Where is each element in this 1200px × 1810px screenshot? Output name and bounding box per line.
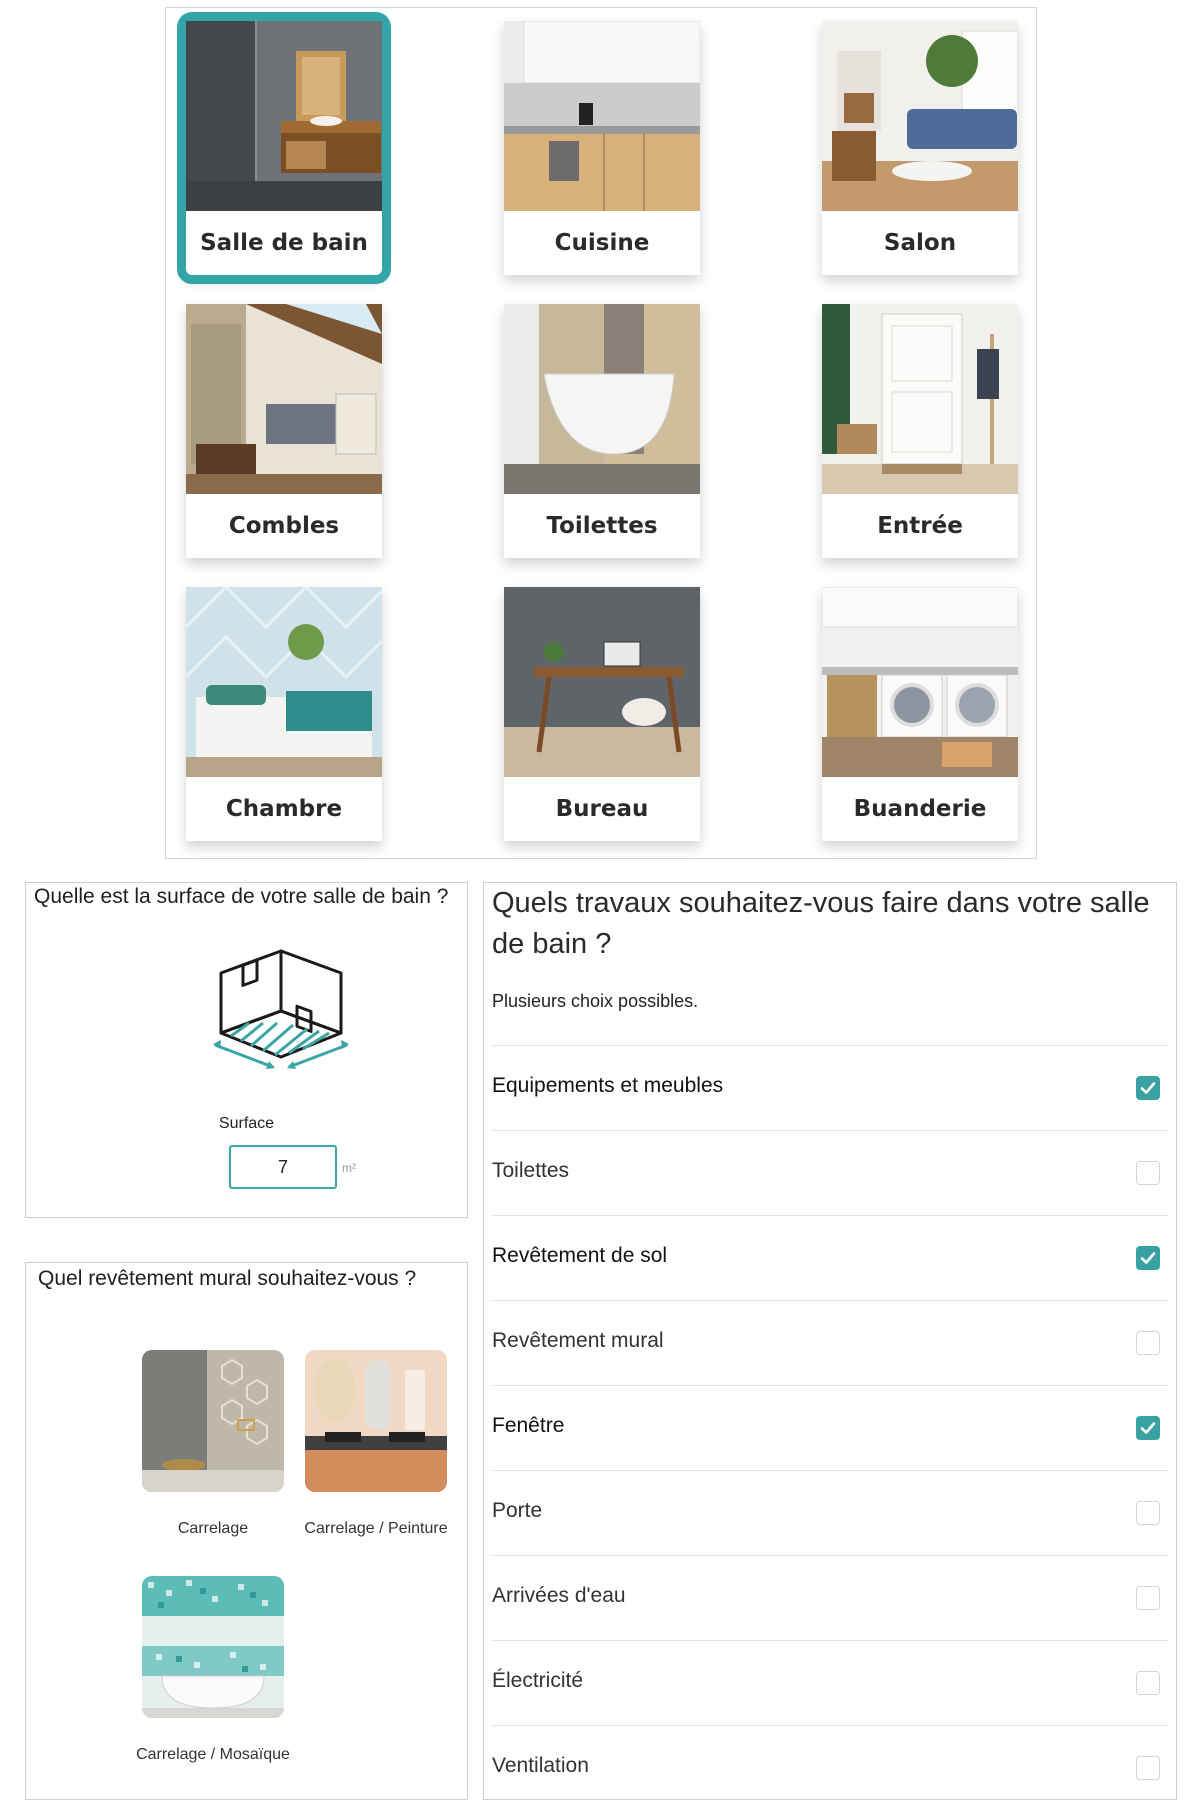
work-item-label: Fenêtre xyxy=(492,1414,565,1437)
work-item-porte[interactable]: Porte xyxy=(492,1470,1168,1555)
room-label: Salon xyxy=(883,230,957,256)
work-item-arrivees-eau[interactable]: Arrivées d'eau xyxy=(492,1555,1168,1640)
toilet-photo xyxy=(504,304,700,494)
wall-question: Quel revêtement mural souhaitez-vous ? xyxy=(38,1267,417,1290)
room-label: Salle de bain xyxy=(200,230,368,256)
work-item-equipements[interactable]: Equipements et meubles xyxy=(492,1045,1168,1130)
room-area-icon xyxy=(213,949,349,1069)
surface-unit: m² xyxy=(342,1161,356,1175)
room-card-buanderie[interactable]: Buanderie xyxy=(822,587,1018,841)
room-card-salon[interactable]: Salon xyxy=(822,21,1018,275)
surface-input[interactable] xyxy=(229,1145,337,1189)
check-icon xyxy=(1140,1082,1156,1094)
work-item-label: Porte xyxy=(492,1499,543,1522)
work-item-label: Revêtement de sol xyxy=(492,1244,668,1267)
room-label: Buanderie xyxy=(853,796,987,822)
work-item-label: Arrivées d'eau xyxy=(492,1584,626,1607)
mosaic-photo xyxy=(142,1576,284,1718)
work-item-electricite[interactable]: Électricité xyxy=(492,1640,1168,1725)
work-item-revetement-sol[interactable]: Revêtement de sol xyxy=(492,1215,1168,1300)
checkbox[interactable] xyxy=(1136,1076,1160,1100)
room-card-combles[interactable]: Combles xyxy=(186,304,382,558)
room-card-bureau[interactable]: Bureau xyxy=(504,587,700,841)
room-card-cuisine[interactable]: Cuisine xyxy=(504,21,700,275)
check-icon xyxy=(1140,1422,1156,1434)
check-icon xyxy=(1140,1252,1156,1264)
room-label: Cuisine xyxy=(554,230,650,256)
checkbox[interactable] xyxy=(1136,1671,1160,1695)
checkbox[interactable] xyxy=(1136,1331,1160,1355)
checkbox[interactable] xyxy=(1136,1246,1160,1270)
room-label: Entrée xyxy=(877,513,963,539)
checkbox[interactable] xyxy=(1136,1161,1160,1185)
works-panel: Quels travaux souhaitez-vous faire dans … xyxy=(483,882,1177,1800)
room-label: Toilettes xyxy=(546,513,658,539)
work-item-revetement-mural[interactable]: Revêtement mural xyxy=(492,1300,1168,1385)
room-card-chambre[interactable]: Chambre xyxy=(186,587,382,841)
room-label: Combles xyxy=(228,513,340,539)
wall-option-carrelage[interactable]: Carrelage xyxy=(131,1350,295,1540)
tile-photo xyxy=(142,1350,284,1492)
checkbox[interactable] xyxy=(1136,1586,1160,1610)
surface-question: Quelle est la surface de votre salle de … xyxy=(34,885,449,908)
work-item-label: Électricité xyxy=(492,1669,584,1692)
wall-option-label: Carrelage xyxy=(177,1520,249,1537)
entrance-photo xyxy=(822,304,1018,494)
room-label: Bureau xyxy=(555,796,649,822)
room-card-entree[interactable]: Entrée xyxy=(822,304,1018,558)
room-card-salle-de-bain[interactable]: Salle de bain xyxy=(177,12,391,284)
wall-option-label: Carrelage / Peinture xyxy=(304,1520,448,1537)
room-type-grid: Salle de bain Cuisine Salon Combles Toil… xyxy=(165,7,1037,859)
wall-option-carrelage-mosaique[interactable]: Carrelage / Mosaïque xyxy=(131,1576,295,1766)
works-hint: Plusieurs choix possibles. xyxy=(492,991,699,1011)
work-item-label: Ventilation xyxy=(492,1754,589,1777)
attic-photo xyxy=(186,304,382,494)
works-question: Quels travaux souhaitez-vous faire dans … xyxy=(492,887,1150,960)
office-photo xyxy=(504,587,700,777)
checkbox[interactable] xyxy=(1136,1501,1160,1525)
work-item-label: Revêtement mural xyxy=(492,1329,664,1352)
wall-option-carrelage-peinture[interactable]: Carrelage / Peinture xyxy=(294,1350,458,1540)
surface-caption: Surface xyxy=(218,1115,275,1132)
work-item-label: Toilettes xyxy=(492,1159,570,1182)
checkbox[interactable] xyxy=(1136,1756,1160,1780)
kitchen-photo xyxy=(504,21,700,211)
checkbox[interactable] xyxy=(1136,1416,1160,1440)
bedroom-photo xyxy=(186,587,382,777)
laundry-photo xyxy=(822,587,1018,777)
bathroom-photo xyxy=(186,21,382,211)
work-item-toilettes[interactable]: Toilettes xyxy=(492,1130,1168,1215)
room-label: Chambre xyxy=(225,796,343,822)
room-card-toilettes[interactable]: Toilettes xyxy=(504,304,700,558)
work-item-ventilation[interactable]: Ventilation xyxy=(492,1725,1168,1810)
surface-panel: Quelle est la surface de votre salle de … xyxy=(25,882,468,1218)
work-item-fenetre[interactable]: Fenêtre xyxy=(492,1385,1168,1470)
tile-paint-photo xyxy=(305,1350,447,1492)
wall-option-label: Carrelage / Mosaïque xyxy=(136,1746,290,1763)
wall-covering-panel: Quel revêtement mural souhaitez-vous ? C… xyxy=(25,1262,468,1800)
living-room-photo xyxy=(822,21,1018,211)
work-item-label: Equipements et meubles xyxy=(492,1074,724,1097)
